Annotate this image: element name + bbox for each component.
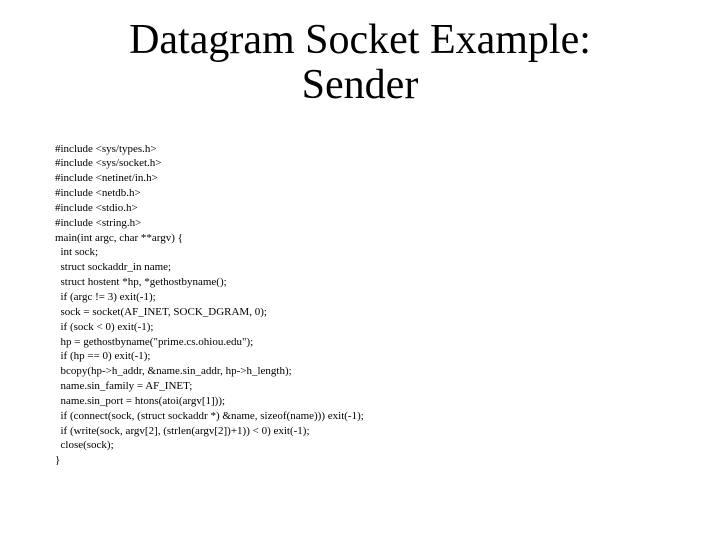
code-block: #include <sys/types.h> #include <sys/soc…: [55, 127, 665, 483]
code-line: main(int argc, char **argv) {: [55, 232, 183, 244]
code-line: name.sin_port = htons(atoi(argv[1]));: [55, 395, 225, 407]
code-line: close(sock);: [55, 439, 114, 451]
code-line: if (argc != 3) exit(-1);: [55, 291, 156, 303]
code-line: bcopy(hp->h_addr, &name.sin_addr, hp->h_…: [55, 365, 292, 377]
title-line-1: Datagram Socket Example:: [129, 17, 591, 63]
code-line: hp = gethostbyname("prime.cs.ohiou.edu")…: [55, 336, 253, 348]
code-line: #include <netinet/in.h>: [55, 172, 158, 184]
slide-title: Datagram Socket Example: Sender: [55, 18, 665, 109]
code-line: #include <sys/types.h>: [55, 143, 157, 155]
code-line: #include <netdb.h>: [55, 187, 141, 199]
code-line: #include <sys/socket.h>: [55, 157, 162, 169]
code-line: sock = socket(AF_INET, SOCK_DGRAM, 0);: [55, 306, 267, 318]
title-line-2: Sender: [302, 62, 419, 108]
code-line: if (connect(sock, (struct sockaddr *) &n…: [55, 410, 364, 422]
code-line: struct hostent *hp, *gethostbyname();: [55, 276, 227, 288]
slide-container: Datagram Socket Example: Sender #include…: [0, 0, 720, 540]
code-line: #include <stdio.h>: [55, 202, 138, 214]
code-line: name.sin_family = AF_INET;: [55, 380, 192, 392]
code-line: int sock;: [55, 246, 98, 258]
code-line: struct sockaddr_in name;: [55, 261, 171, 273]
code-line: if (write(sock, argv[2], (strlen(argv[2]…: [55, 425, 310, 437]
code-line: if (hp == 0) exit(-1);: [55, 350, 151, 362]
code-line: #include <string.h>: [55, 217, 141, 229]
code-line: if (sock < 0) exit(-1);: [55, 321, 153, 333]
code-line: }: [55, 454, 60, 466]
